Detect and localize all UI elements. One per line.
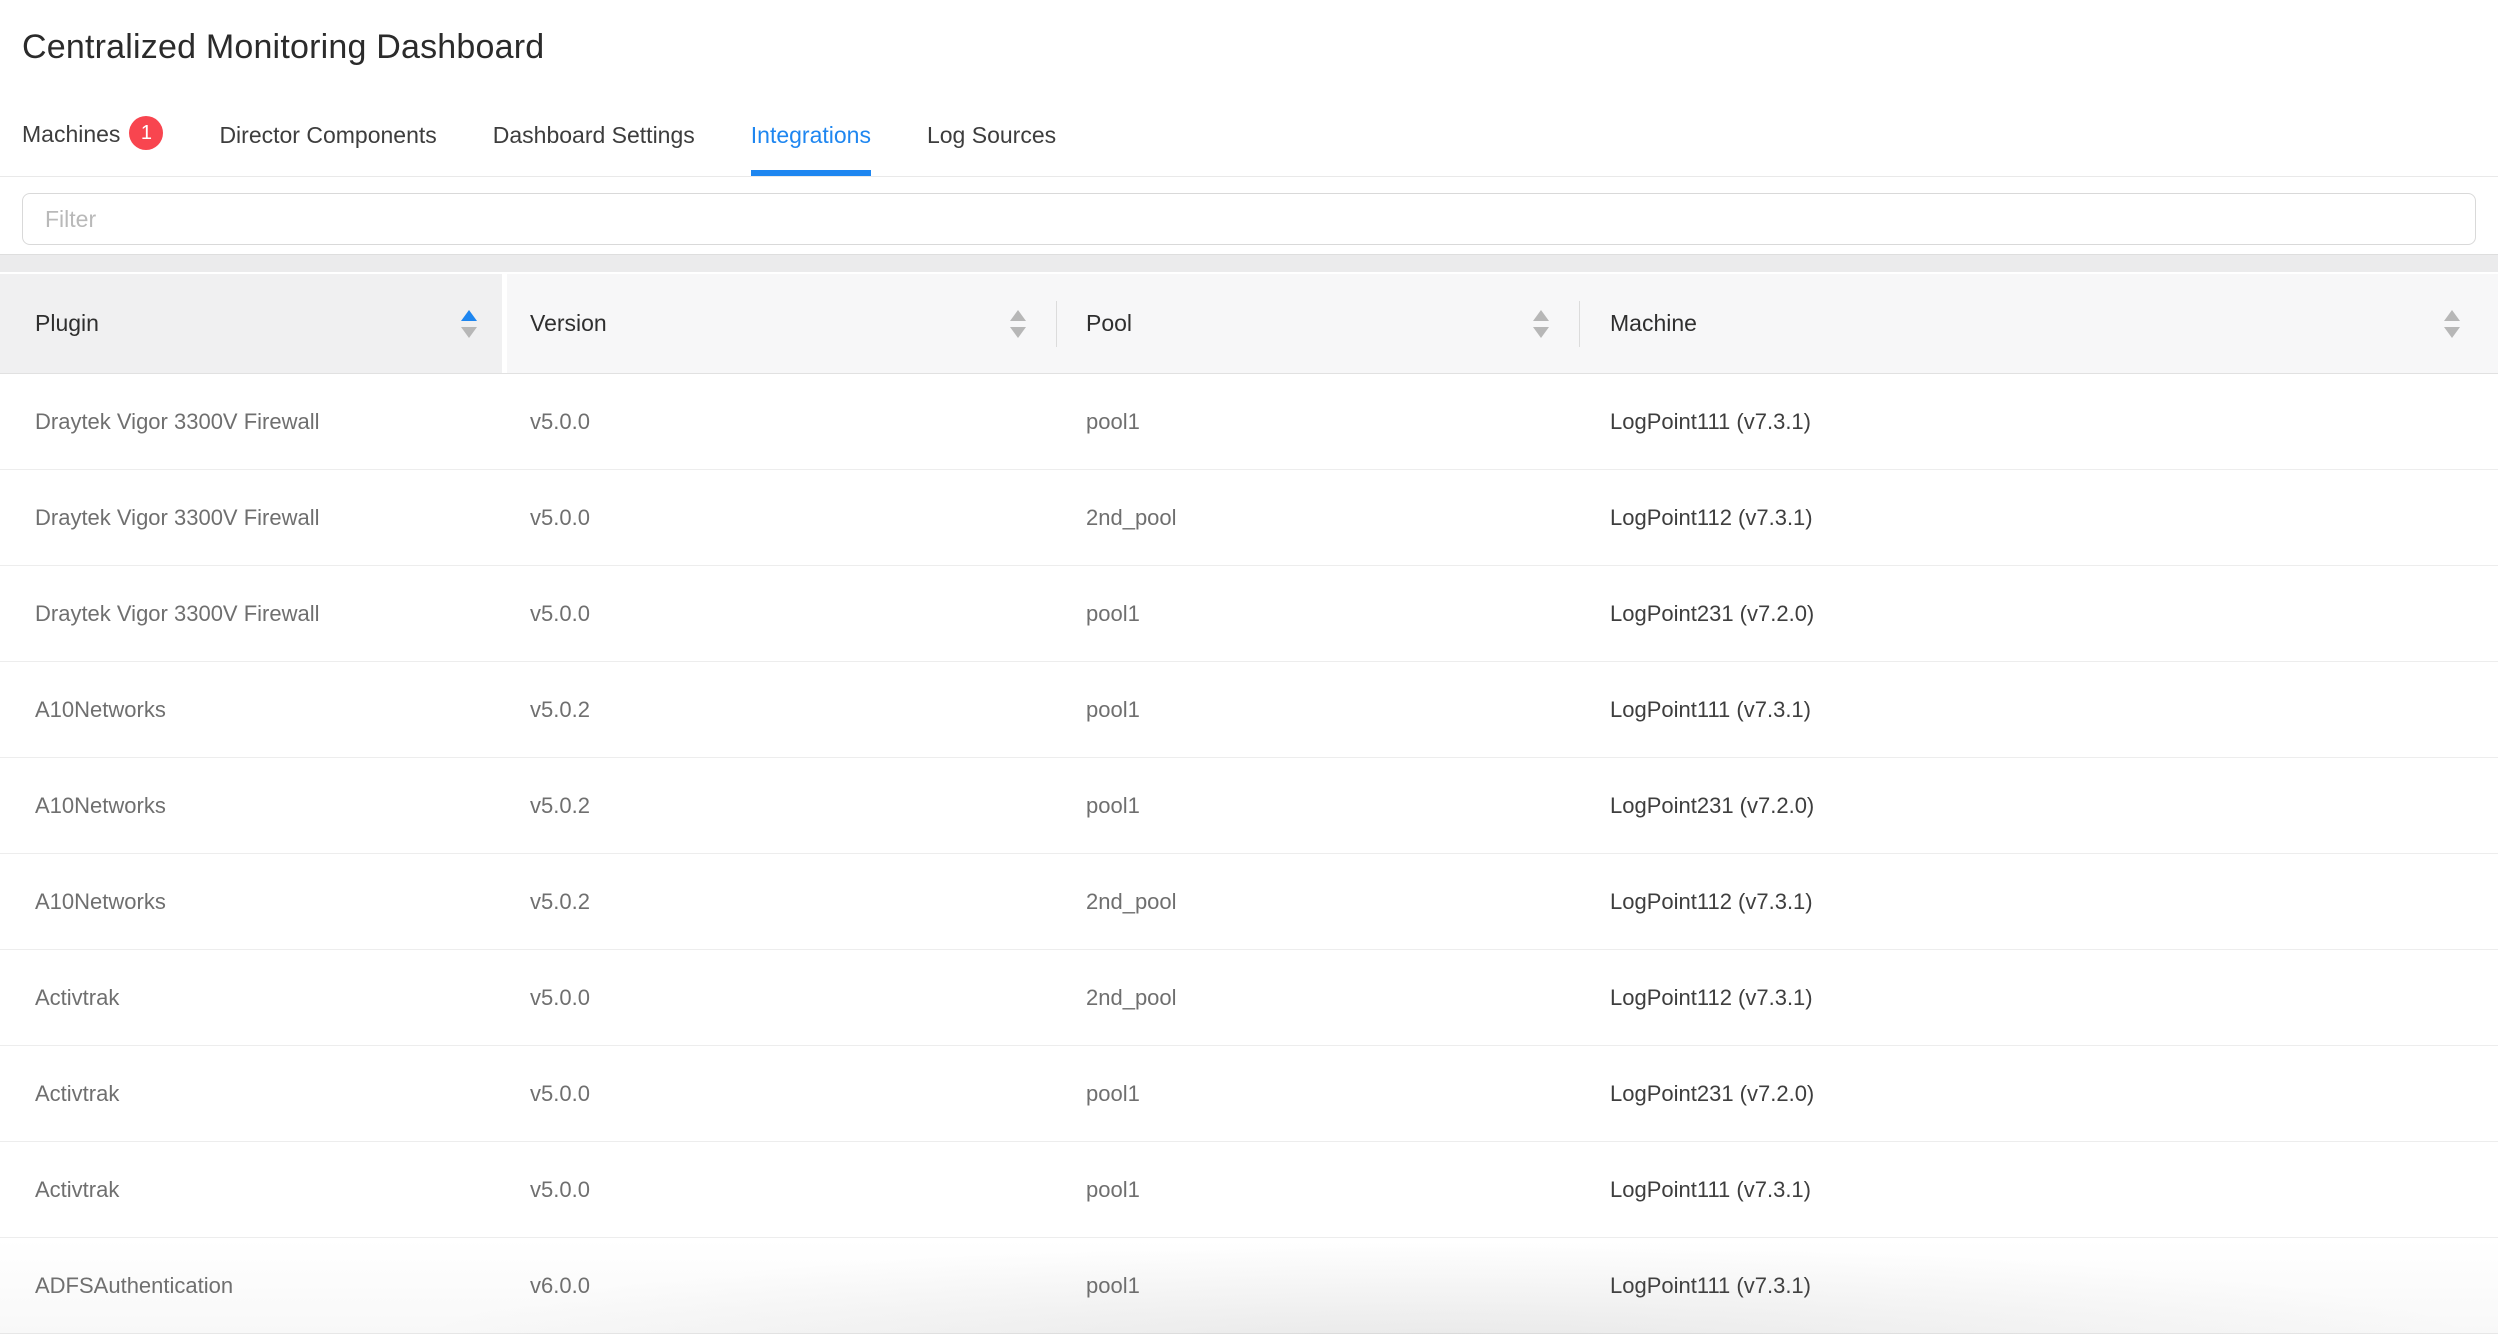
cell-pool: 2nd_pool [1056, 470, 1579, 565]
table-row: Draytek Vigor 3300V Firewallv5.0.0pool1L… [0, 374, 2498, 470]
table-header-row: Plugin Version Pool Machine [0, 274, 2498, 374]
cell-pool: 2nd_pool [1056, 950, 1579, 1045]
tab-label: Director Components [219, 120, 436, 150]
cell-machine: LogPoint231 (v7.2.0) [1579, 758, 2498, 853]
column-header-version[interactable]: Version [507, 274, 1056, 373]
cell-machine: LogPoint112 (v7.3.1) [1579, 470, 2498, 565]
cell-version: v5.0.0 [507, 1142, 1056, 1237]
cell-plugin: A10Networks [0, 758, 507, 853]
column-header-label: Plugin [35, 310, 99, 337]
cell-pool: pool1 [1056, 566, 1579, 661]
cell-machine: LogPoint111 (v7.3.1) [1579, 1142, 2498, 1237]
cell-machine: LogPoint231 (v7.2.0) [1579, 1046, 2498, 1141]
cell-version: v5.0.2 [507, 662, 1056, 757]
tab-label: Integrations [751, 120, 871, 150]
cell-pool: pool1 [1056, 758, 1579, 853]
table-row: Draytek Vigor 3300V Firewallv5.0.02nd_po… [0, 470, 2498, 566]
cell-version: v5.0.2 [507, 758, 1056, 853]
tab-dashboard-settings[interactable]: Dashboard Settings [493, 120, 695, 176]
filter-input[interactable] [22, 193, 2476, 245]
tab-director-components[interactable]: Director Components [219, 120, 436, 176]
filter-wrap [22, 193, 2476, 245]
cell-pool: pool1 [1056, 1046, 1579, 1141]
cell-version: v5.0.0 [507, 1046, 1056, 1141]
table-row: A10Networksv5.0.22nd_poolLogPoint112 (v7… [0, 854, 2498, 950]
sort-arrows-icon [1010, 310, 1026, 338]
cell-version: v5.0.0 [507, 566, 1056, 661]
cell-version: v5.0.0 [507, 374, 1056, 469]
cell-plugin: Draytek Vigor 3300V Firewall [0, 566, 507, 661]
cell-machine: LogPoint231 (v7.2.0) [1579, 566, 2498, 661]
cell-version: v6.0.0 [507, 1238, 1056, 1333]
cell-pool: 2nd_pool [1056, 854, 1579, 949]
cell-version: v5.0.0 [507, 470, 1056, 565]
cell-plugin: Activtrak [0, 950, 507, 1045]
cell-version: v5.0.2 [507, 854, 1056, 949]
cell-pool: pool1 [1056, 374, 1579, 469]
tab-label: Log Sources [927, 120, 1056, 150]
cell-pool: pool1 [1056, 1238, 1579, 1333]
integrations-table: Plugin Version Pool Machine Draytek Vigor 3… [0, 274, 2498, 1334]
cell-machine: LogPoint111 (v7.3.1) [1579, 374, 2498, 469]
tab-integrations[interactable]: Integrations [751, 120, 871, 176]
cell-version: v5.0.0 [507, 950, 1056, 1045]
column-header-label: Version [530, 310, 607, 337]
table-body: Draytek Vigor 3300V Firewallv5.0.0pool1L… [0, 374, 2498, 1334]
cell-plugin: Draytek Vigor 3300V Firewall [0, 470, 507, 565]
cell-plugin: A10Networks [0, 854, 507, 949]
cell-plugin: ADFSAuthentication [0, 1238, 507, 1333]
cell-plugin: A10Networks [0, 662, 507, 757]
table-row: Activtrakv5.0.0pool1LogPoint231 (v7.2.0) [0, 1046, 2498, 1142]
cell-machine: LogPoint112 (v7.3.1) [1579, 854, 2498, 949]
cell-plugin: Activtrak [0, 1046, 507, 1141]
cell-machine: LogPoint111 (v7.3.1) [1579, 662, 2498, 757]
cell-machine: LogPoint111 (v7.3.1) [1579, 1238, 2498, 1333]
cell-plugin: Draytek Vigor 3300V Firewall [0, 374, 507, 469]
column-header-pool[interactable]: Pool [1056, 274, 1579, 373]
sort-arrows-icon [2444, 310, 2460, 338]
table-row: A10Networksv5.0.2pool1LogPoint111 (v7.3.… [0, 662, 2498, 758]
column-header-plugin[interactable]: Plugin [0, 274, 507, 373]
horizontal-scrollbar-track [0, 254, 2498, 272]
tab-log-sources[interactable]: Log Sources [927, 120, 1056, 176]
page-title: Centralized Monitoring Dashboard [0, 0, 2498, 68]
table-row: A10Networksv5.0.2pool1LogPoint231 (v7.2.… [0, 758, 2498, 854]
cell-pool: pool1 [1056, 662, 1579, 757]
cell-machine: LogPoint112 (v7.3.1) [1579, 950, 2498, 1045]
tab-bar: Machines 1 Director Components Dashboard Se… [0, 118, 2498, 177]
cell-plugin: Activtrak [0, 1142, 507, 1237]
table-row: ADFSAuthenticationv6.0.0pool1LogPoint111… [0, 1238, 2498, 1334]
sort-arrows-icon [461, 310, 477, 338]
sort-arrows-icon [1533, 310, 1549, 338]
tab-label: Machines [22, 119, 120, 149]
tab-machines[interactable]: Machines 1 [22, 118, 163, 176]
column-header-label: Pool [1086, 310, 1132, 337]
column-header-label: Machine [1610, 310, 1697, 337]
column-header-machine[interactable]: Machine [1579, 274, 2498, 373]
cell-pool: pool1 [1056, 1142, 1579, 1237]
table-row: Activtrakv5.0.0pool1LogPoint111 (v7.3.1) [0, 1142, 2498, 1238]
dashboard-page: Centralized Monitoring Dashboard Machine… [0, 0, 2498, 1300]
table-row: Draytek Vigor 3300V Firewallv5.0.0pool1L… [0, 566, 2498, 662]
tab-label: Dashboard Settings [493, 120, 695, 150]
table-row: Activtrakv5.0.02nd_poolLogPoint112 (v7.3… [0, 950, 2498, 1046]
machines-count-badge: 1 [129, 116, 163, 150]
